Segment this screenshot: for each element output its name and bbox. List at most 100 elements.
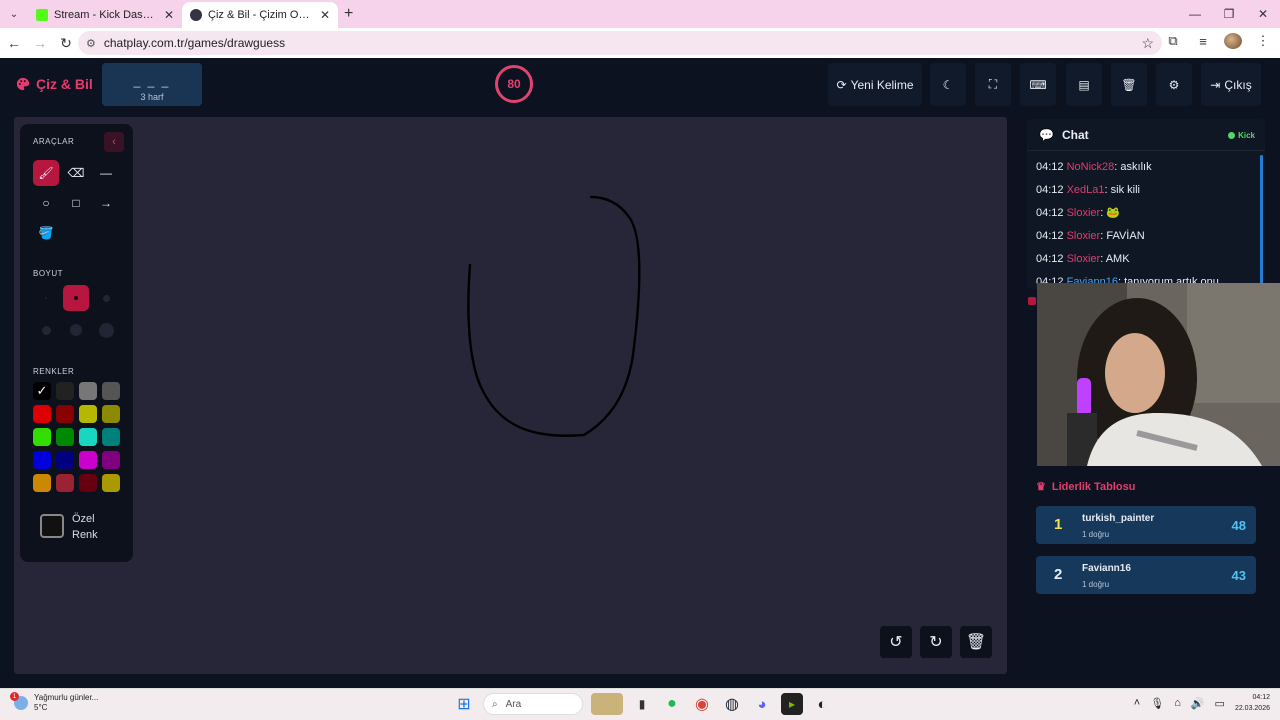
chevron-up-icon[interactable]: ˄ <box>1134 697 1140 709</box>
weather-temp: 5°C <box>34 703 48 712</box>
back-icon[interactable]: ← <box>2 31 26 55</box>
chat-scrollbar[interactable] <box>1260 155 1263 285</box>
spotify-icon[interactable]: ● <box>661 693 683 715</box>
dark-mode-button[interactable]: ☾ <box>930 63 966 106</box>
chat-text: : FAVİAN <box>1100 230 1145 242</box>
color-swatch[interactable] <box>56 474 74 492</box>
tab-kick-dashboard[interactable]: Stream - Kick Dashboard ✕ <box>28 2 182 28</box>
color-swatch[interactable] <box>102 451 120 469</box>
leaderboard-title: ♛ Liderlik Tablosu <box>1036 480 1135 494</box>
color-swatch[interactable] <box>56 405 74 423</box>
size-option-5[interactable] <box>63 317 89 343</box>
online-dot-icon <box>1228 132 1236 139</box>
color-swatch[interactable] <box>102 405 120 423</box>
color-swatch[interactable] <box>79 428 97 446</box>
app-icon[interactable]: ◐ <box>811 693 833 715</box>
kick-favicon-icon <box>36 9 48 21</box>
size-option-4[interactable] <box>33 317 59 343</box>
bookmark-star-icon[interactable]: ☆ <box>1141 35 1154 52</box>
color-swatch[interactable] <box>79 405 97 423</box>
color-swatch[interactable] <box>33 405 51 423</box>
new-word-button[interactable]: ⟳ Yeni Kelime <box>828 63 922 106</box>
color-swatch[interactable] <box>102 428 120 446</box>
leaderboard-entry: 1 turkish_painter 1 doğru 48 <box>1036 506 1256 544</box>
tab-search-icon[interactable]: ⌄ <box>0 0 28 28</box>
address-bar-row: ← → ↻ ⚙ chatplay.com.tr/games/drawguess … <box>0 28 1280 58</box>
size-option-3[interactable] <box>93 285 119 311</box>
arrow-tool[interactable]: → <box>93 190 119 216</box>
reload-icon[interactable]: ↻ <box>54 31 78 55</box>
color-swatch[interactable] <box>56 428 74 446</box>
chat-message: 04:12 Sloxier: FAVİAN <box>1036 228 1256 251</box>
color-swatch[interactable] <box>79 451 97 469</box>
taskbar-search-input[interactable]: ⌕ Ara <box>483 693 583 715</box>
discord-icon[interactable]: ◕ <box>751 693 773 715</box>
chrome-icon[interactable]: ◉ <box>691 693 713 715</box>
keyboard-button[interactable]: ⌨ <box>1020 63 1056 106</box>
nvidia-icon[interactable]: ▸ <box>781 693 803 715</box>
eraser-tool[interactable]: ⌫ <box>63 160 89 186</box>
close-icon[interactable]: ✕ <box>164 8 174 22</box>
steam-icon[interactable]: ◍ <box>721 693 743 715</box>
chat-title: Chat <box>1061 127 1089 142</box>
color-swatch[interactable] <box>33 474 51 492</box>
forward-icon[interactable]: → <box>28 31 52 55</box>
profile-avatar[interactable] <box>1224 33 1242 49</box>
extensions-icon[interactable]: ⧉ <box>1164 33 1182 49</box>
window-close-icon[interactable]: ✕ <box>1246 0 1280 28</box>
color-swatch[interactable] <box>79 382 97 400</box>
circle-tool[interactable]: ○ <box>33 190 59 216</box>
menu-icon[interactable]: ⋮ <box>1254 33 1272 49</box>
fullscreen-button[interactable]: ⛶ <box>975 63 1011 106</box>
size-option-2[interactable] <box>63 285 89 311</box>
file-explorer-icon[interactable]: ▮ <box>631 693 653 715</box>
color-swatch[interactable] <box>33 428 51 446</box>
drawing-canvas[interactable] <box>14 117 1007 674</box>
rectangle-tool[interactable]: □ <box>63 190 89 216</box>
system-clock[interactable]: 04:12 22.03.2026 <box>1235 692 1270 714</box>
tab-draw-guess[interactable]: Çiz & Bil - Çizim Oyunu ✕ <box>182 2 338 28</box>
platform-badge: Kick <box>1228 131 1255 140</box>
undo-button[interactable]: ↺ <box>880 626 912 658</box>
custom-color-swatch[interactable] <box>40 514 64 538</box>
color-swatch[interactable] <box>79 474 97 492</box>
color-swatch[interactable] <box>33 451 51 469</box>
brush-tool[interactable]: 🖌 <box>33 160 59 186</box>
delete-button[interactable]: 🗑 <box>1111 63 1147 106</box>
new-tab-button[interactable]: + <box>344 5 353 23</box>
windows-start-icon[interactable]: ⊞ <box>453 693 475 715</box>
leaderboard-rank: 2 <box>1054 566 1063 583</box>
volume-icon[interactable]: 🔊 <box>1191 697 1205 710</box>
microphone-icon[interactable]: 🎙 <box>1150 697 1164 710</box>
gear-icon: ⚙ <box>1168 77 1180 92</box>
color-swatch[interactable] <box>56 382 74 400</box>
redo-button[interactable]: ↻ <box>920 626 952 658</box>
custom-color-label-line2: Renk <box>72 529 98 541</box>
clear-canvas-button[interactable]: 🗑 <box>960 626 992 658</box>
battery-icon[interactable]: ▭ <box>1215 697 1225 710</box>
media-icon[interactable]: ≡ <box>1194 34 1212 49</box>
widgets-icon[interactable] <box>591 693 623 715</box>
settings-button[interactable]: ⚙ <box>1156 63 1192 106</box>
size-option-1[interactable] <box>33 285 59 311</box>
collapse-toolbox-button[interactable]: ‹ <box>104 132 124 152</box>
size-option-6[interactable] <box>93 317 119 343</box>
round-timer: 80 <box>495 65 533 103</box>
color-swatch[interactable] <box>102 474 120 492</box>
color-swatch[interactable] <box>102 382 120 400</box>
maximize-icon[interactable]: ❐ <box>1212 0 1246 28</box>
chat-messages: 04:12 NoNick28: askılık 04:12 XedLa1: si… <box>1027 151 1265 289</box>
weather-widget[interactable]: 1 Yağmurlu günler... 5°C <box>10 692 98 713</box>
minimize-icon[interactable]: — <box>1178 0 1212 28</box>
fill-tool[interactable]: 🪣 <box>33 220 59 246</box>
line-tool[interactable]: — <box>93 160 119 186</box>
network-icon[interactable]: ⌂ <box>1174 697 1181 709</box>
color-swatch[interactable]: ✓ <box>33 382 51 400</box>
exit-button[interactable]: ⇥ Çıkış <box>1201 63 1261 106</box>
archive-button[interactable]: ▤ <box>1066 63 1102 106</box>
close-icon[interactable]: ✕ <box>320 8 330 22</box>
clock-time: 04:12 <box>1252 694 1270 701</box>
url-input[interactable]: ⚙ chatplay.com.tr/games/drawguess ☆ <box>78 31 1162 55</box>
site-info-icon[interactable]: ⚙ <box>86 37 96 50</box>
color-swatch[interactable] <box>56 451 74 469</box>
